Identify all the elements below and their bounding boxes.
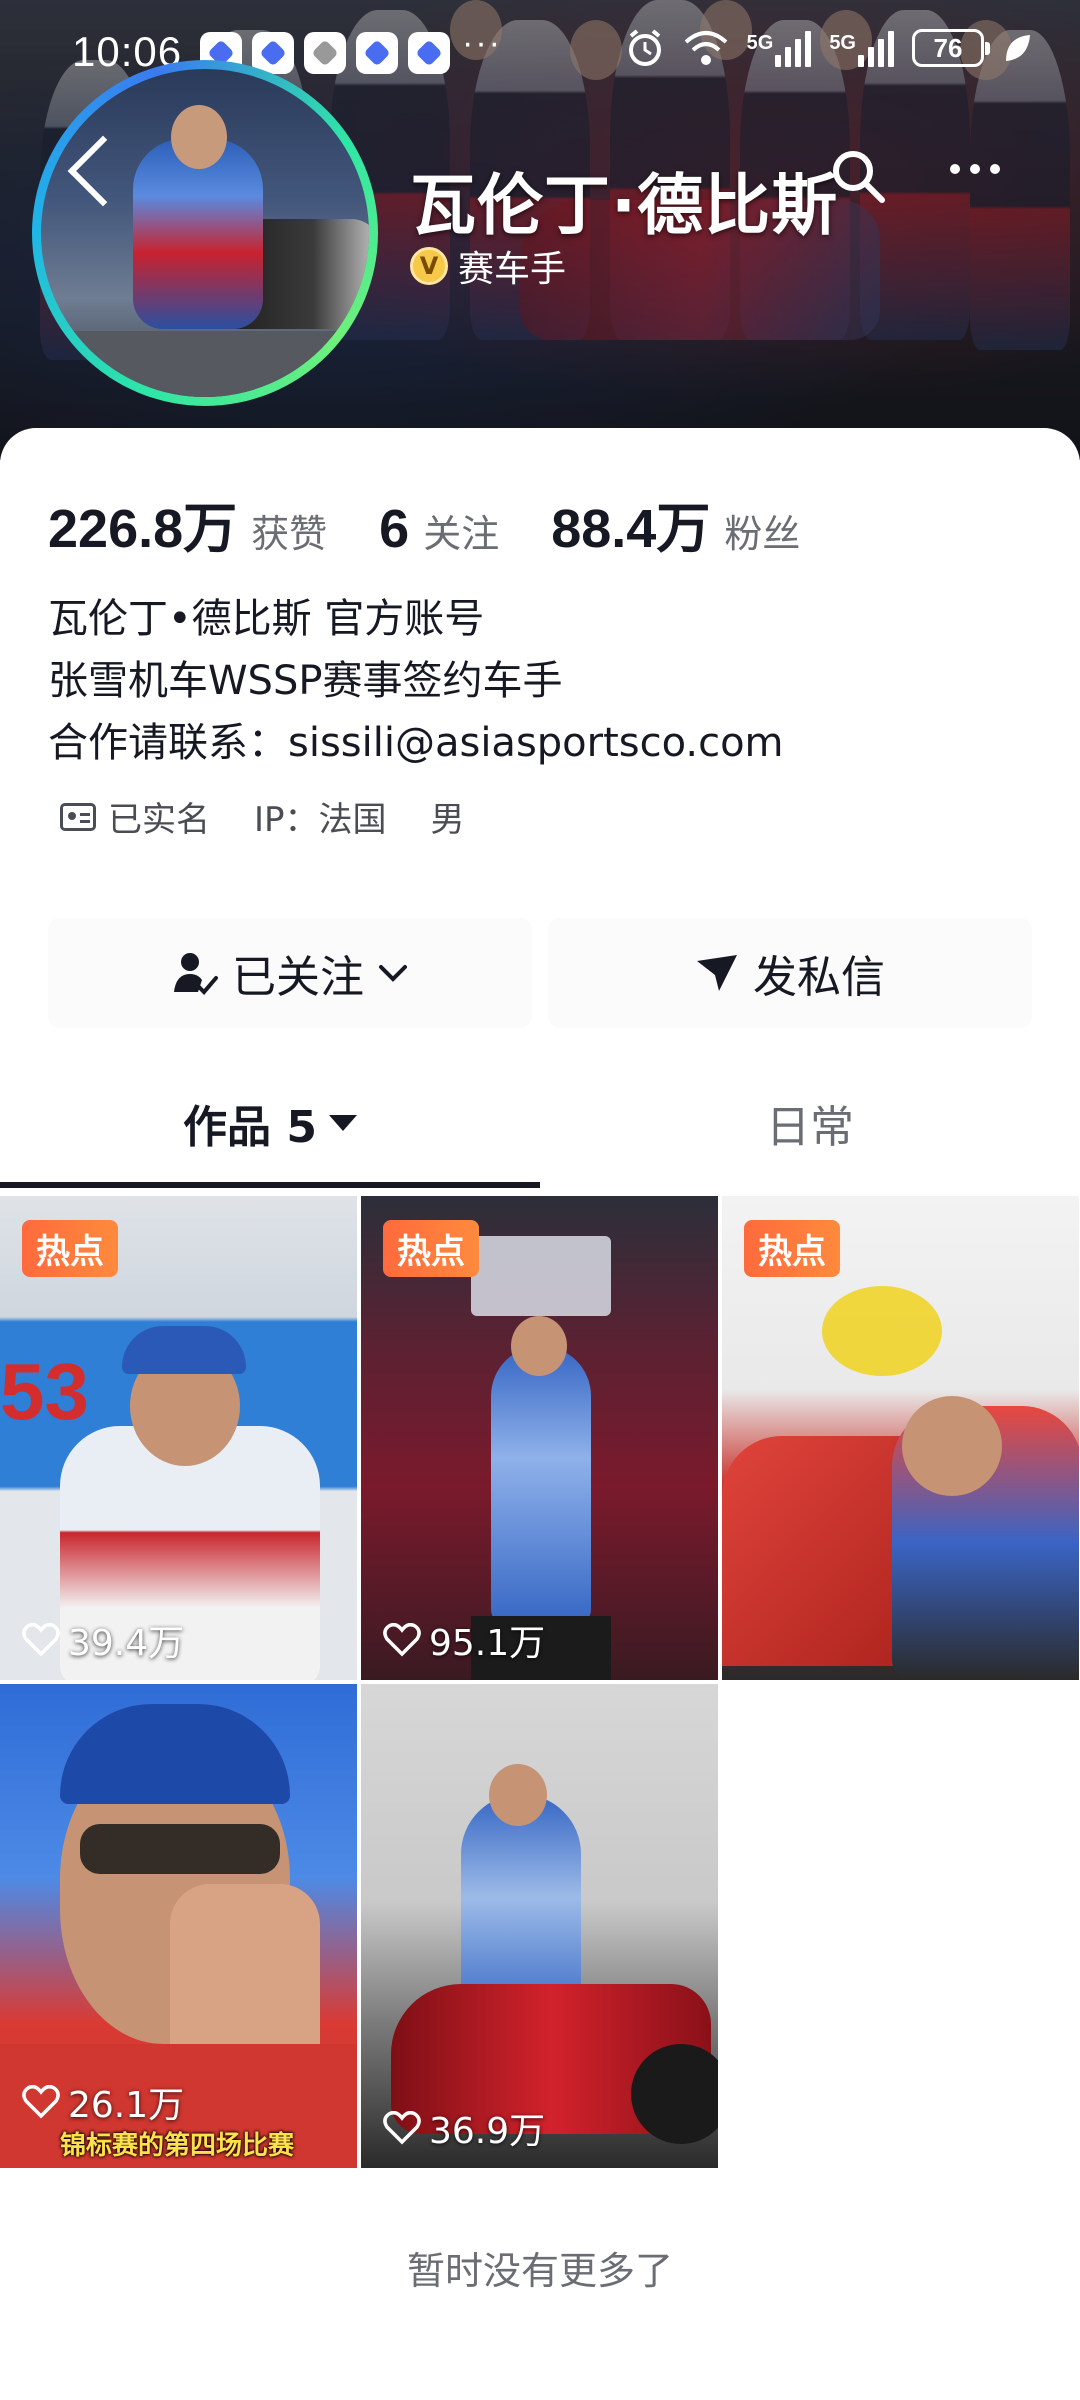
caret-down-icon <box>328 1115 357 1131</box>
hot-badge: 热点 <box>22 1220 118 1277</box>
signal-icon-2 <box>858 29 894 67</box>
follow-status-button[interactable]: 已关注 <box>48 918 532 1028</box>
following-stat[interactable]: 6 关注 <box>379 498 499 560</box>
content-tabs: 作品 5 日常 <box>0 1064 1080 1182</box>
followers-label: 粉丝 <box>724 512 801 556</box>
tab-works[interactable]: 作品 5 <box>0 1064 540 1182</box>
following-count: 6 <box>379 499 410 559</box>
heart-icon <box>22 1623 60 1657</box>
bio-line: 合作请联系：sissili@asiasportsco.com <box>48 720 784 766</box>
likes-count: 226.8万 <box>48 499 238 559</box>
profile-meta: 已实名 IP：法国 男 <box>60 792 465 841</box>
video-thumbnail[interactable]: 热点 95.1万 <box>361 1196 718 1680</box>
more-icon[interactable] <box>950 164 1000 174</box>
hand-notification-icon <box>304 32 346 74</box>
video-thumbnail[interactable]: 26.1万 锦标赛的第四场比赛 <box>0 1684 357 2168</box>
video-caption: 锦标赛的第四场比赛 <box>60 2131 295 2161</box>
message-label: 发私信 <box>753 952 885 1003</box>
profile-name: 瓦伦丁·德比斯 <box>410 167 839 244</box>
profile-page: 10:06 ··· 5G 5G 76 瓦伦丁·德比斯 V 赛车手 226.8万 … <box>0 0 1080 2400</box>
video-likes: 36.9万 <box>383 2102 545 2154</box>
profile-stats: 226.8万 获赞 6 关注 88.4万 粉丝 <box>48 484 852 563</box>
video-likes-count: 26.1万 <box>68 2085 185 2126</box>
battery-indicator: 76 <box>912 29 990 67</box>
app-notification-icon <box>408 32 450 74</box>
hot-badge: 热点 <box>744 1220 840 1277</box>
tab-works-label: 作品 5 <box>183 1102 317 1153</box>
video-likes-count: 36.9万 <box>429 2111 546 2152</box>
network-type-2: 5G <box>829 32 856 54</box>
bio-line: 张雪机车WSSP赛事签约车手 <box>48 658 563 704</box>
likes-stat[interactable]: 226.8万 获赞 <box>48 484 327 563</box>
profile-card: 226.8万 获赞 6 关注 88.4万 粉丝 瓦伦丁•德比斯 官方账号 张雪机… <box>0 428 1080 2400</box>
avatar-image <box>41 69 369 397</box>
followers-stat[interactable]: 88.4万 粉丝 <box>551 484 800 563</box>
heart-icon <box>383 1623 421 1657</box>
video-likes: 39.4万 <box>22 1614 184 1666</box>
profile-actions: 已关注 发私信 <box>48 918 1032 1028</box>
send-icon <box>697 955 737 991</box>
signal-icon <box>775 29 812 67</box>
active-tab-indicator <box>0 1182 540 1188</box>
video-likes-count: 39.4万 <box>68 1623 185 1664</box>
video-likes: 95.1万 <box>383 1614 545 1666</box>
profile-bio: 瓦伦丁•德比斯 官方账号 张雪机车WSSP赛事签约车手 合作请联系：sissil… <box>48 588 784 774</box>
following-label: 关注 <box>423 512 500 556</box>
end-of-list-text: 暂时没有更多了 <box>406 2249 673 2293</box>
user-check-icon <box>174 953 218 995</box>
verification-label-row: V 赛车手 <box>410 240 566 292</box>
verified-name-label: 已实名 <box>108 800 210 840</box>
video-thumbnail[interactable]: 热点 <box>722 1196 1079 1680</box>
hot-badge: 热点 <box>383 1220 479 1277</box>
follow-status-label: 已关注 <box>232 952 364 1003</box>
video-likes: 26.1万 <box>22 2076 184 2128</box>
search-icon[interactable] <box>828 146 888 206</box>
avatar[interactable] <box>32 60 378 406</box>
tab-daily-label: 日常 <box>766 1102 854 1153</box>
status-overflow: ··· <box>462 24 502 62</box>
gender-label: 男 <box>430 800 465 840</box>
leaf-icon <box>1006 35 1030 61</box>
wifi-icon <box>684 31 727 65</box>
network-type: 5G <box>746 32 774 54</box>
chevron-down-icon <box>379 965 407 982</box>
video-thumbnail[interactable]: 53 热点 39.4万 <box>0 1196 357 1680</box>
app-notification-icon <box>356 32 398 74</box>
alarm-icon <box>628 29 661 66</box>
ip-location: IP：法国 <box>254 800 387 840</box>
heart-icon <box>383 2111 421 2145</box>
followers-count: 88.4万 <box>551 499 711 559</box>
heart-icon <box>22 2085 60 2119</box>
likes-label: 获赞 <box>251 512 328 556</box>
tab-daily[interactable]: 日常 <box>540 1064 1080 1182</box>
id-card-icon <box>60 802 96 831</box>
bio-line: 瓦伦丁•德比斯 官方账号 <box>48 596 485 642</box>
message-button[interactable]: 发私信 <box>548 918 1032 1028</box>
video-thumbnail[interactable]: 36.9万 <box>361 1684 718 2168</box>
video-likes-count: 95.1万 <box>429 1623 546 1664</box>
verified-badge-icon: V <box>410 247 448 285</box>
verification-label: 赛车手 <box>458 249 567 290</box>
